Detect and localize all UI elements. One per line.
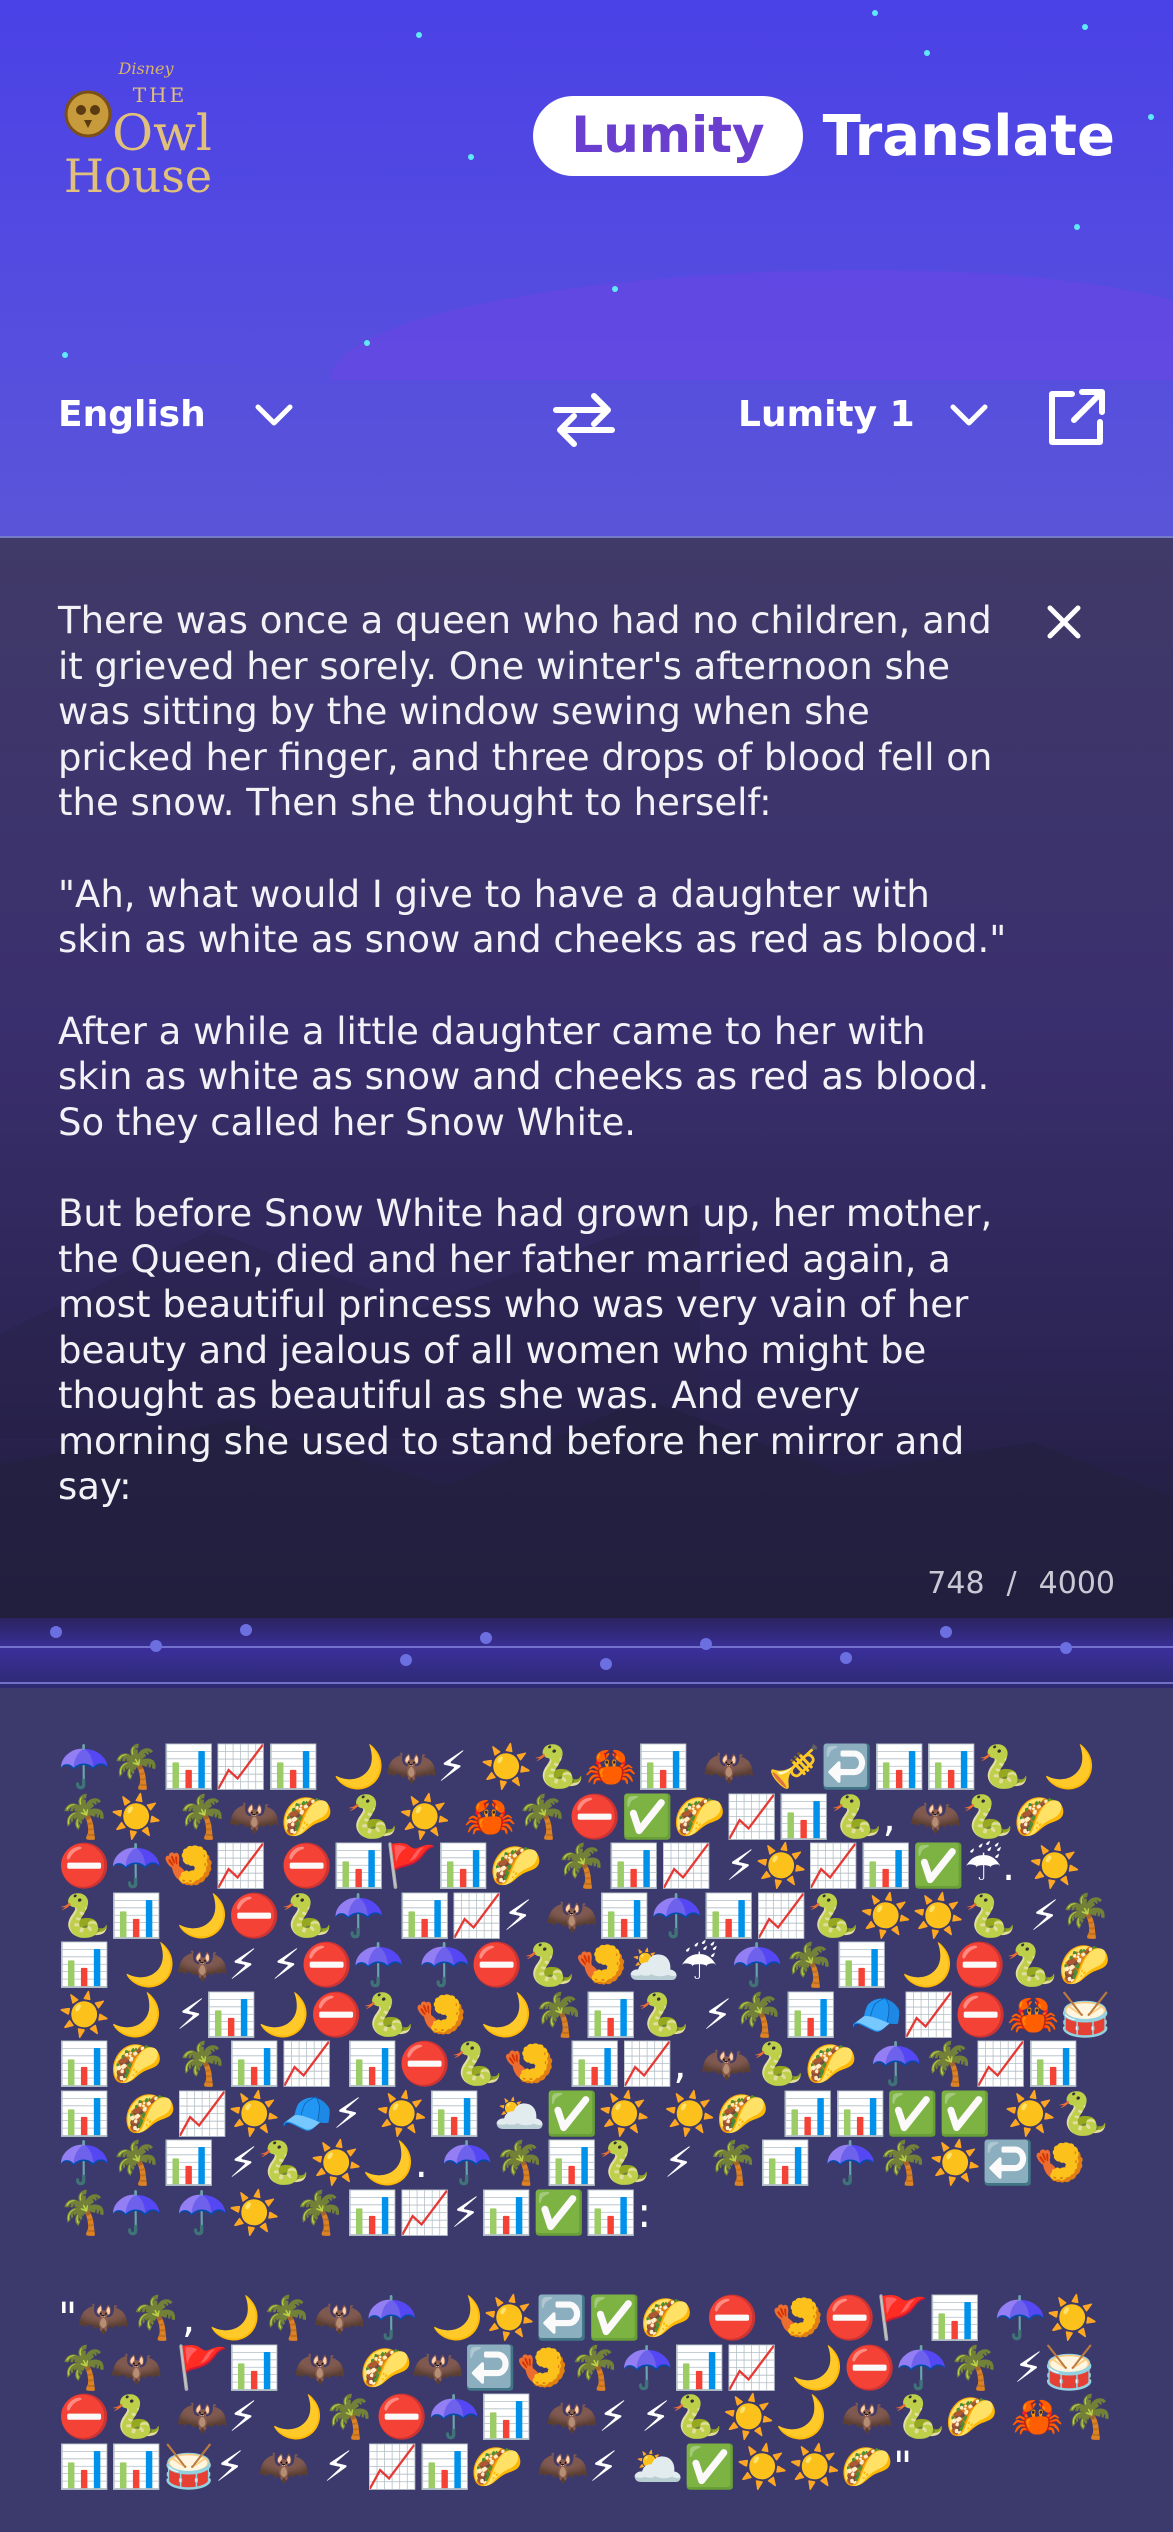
translation-output: ☂️🌴📊📈📊 🌙🦇⚡ ☀️🐍🦀📊 🦇 🎺↩️📊📊🐍 🌙🌴☀️ 🌴🦇🌮 🐍☀️ 🦀… xyxy=(58,1742,1118,2532)
star-decoration xyxy=(62,352,68,358)
title-pill: Lumity xyxy=(533,96,803,176)
dot-decoration xyxy=(1060,1642,1072,1654)
translation-output-panel: ☂️🌴📊📈📊 🌙🦇⚡ ☀️🐍🦀📊 🦇 🎺↩️📊📊🐍 🌙🌴☀️ 🌴🦇🌮 🐍☀️ 🦀… xyxy=(0,1688,1173,2532)
dot-decoration xyxy=(700,1638,712,1650)
clear-text-button[interactable] xyxy=(1036,594,1092,650)
dot-decoration xyxy=(480,1632,492,1644)
dot-decoration xyxy=(840,1652,852,1664)
target-language-selector[interactable]: Lumity 1 xyxy=(738,394,989,435)
source-paragraph: There was once a queen who had no childr… xyxy=(58,599,993,824)
char-count: 748 xyxy=(927,1566,985,1601)
chevron-down-icon[interactable] xyxy=(254,401,294,429)
source-text-input[interactable]: There was once a queen who had no childr… xyxy=(58,598,1008,1556)
open-external-button[interactable] xyxy=(1044,386,1108,450)
title-word: Translate xyxy=(822,103,1115,169)
dot-decoration xyxy=(150,1640,162,1652)
swap-languages-button[interactable] xyxy=(548,388,620,450)
star-decoration xyxy=(468,154,474,160)
language-bar: English Lumity 1 xyxy=(0,372,1173,472)
star-decoration xyxy=(416,32,422,38)
character-counter: 748 / 4000 xyxy=(927,1566,1115,1601)
dot-decoration xyxy=(600,1658,612,1670)
header-hero: Disney THE Owl House Lumity Translate En… xyxy=(0,0,1173,538)
background-hill xyxy=(330,270,1173,380)
source-language-label: English xyxy=(58,394,206,435)
owl-house-logo: Disney THE Owl House xyxy=(58,58,218,208)
dot-decoration xyxy=(940,1626,952,1638)
output-paragraph: "🦇🌴, 🌙🌴🦇☂️ 🌙☀️↩️✅🌮 ⛔ 🍤⛔🚩📊 ☂️☀️ 🌴🦇 🚩📊 🦇 🌮… xyxy=(58,2293,1116,2491)
source-paragraph: But before Snow White had grown up, her … xyxy=(58,1192,993,1508)
dot-decoration xyxy=(240,1624,252,1636)
dot-decoration xyxy=(50,1626,62,1638)
star-decoration xyxy=(364,340,370,346)
source-paragraph: "Ah, what would I give to have a daughte… xyxy=(58,872,1007,962)
source-language-selector[interactable]: English xyxy=(58,394,294,435)
star-decoration xyxy=(1074,224,1080,230)
chevron-down-icon[interactable] xyxy=(949,401,989,429)
output-paragraph: ☂️🌴📊📈📊 🌙🦇⚡ ☀️🐍🦀📊 🦇 🎺↩️📊📊🐍 🌙🌴☀️ 🌴🦇🌮 🐍☀️ 🦀… xyxy=(58,1742,1112,2237)
close-icon xyxy=(1047,605,1081,639)
star-decoration xyxy=(924,50,930,56)
char-limit: 4000 xyxy=(1038,1566,1115,1601)
star-decoration xyxy=(612,286,618,292)
source-paragraph: After a while a little daughter came to … xyxy=(58,1009,990,1144)
app-title: Lumity Translate xyxy=(533,96,1115,176)
source-text-panel[interactable]: There was once a queen who had no childr… xyxy=(0,538,1173,1618)
dot-decoration xyxy=(400,1654,412,1666)
logo-line3: House xyxy=(64,149,212,203)
target-language-label: Lumity 1 xyxy=(738,394,915,435)
logo-brand: Disney xyxy=(118,59,175,78)
external-link-icon xyxy=(1049,389,1105,445)
swap-arrows-icon xyxy=(553,393,615,447)
panel-divider xyxy=(0,1618,1173,1688)
divider-line xyxy=(0,1682,1173,1684)
star-decoration xyxy=(1148,114,1154,120)
divider-line xyxy=(0,1646,1173,1648)
char-count-separator: / xyxy=(1006,1566,1017,1601)
star-decoration xyxy=(1082,24,1088,30)
star-decoration xyxy=(872,10,878,16)
owl-emblem-icon xyxy=(64,90,112,138)
